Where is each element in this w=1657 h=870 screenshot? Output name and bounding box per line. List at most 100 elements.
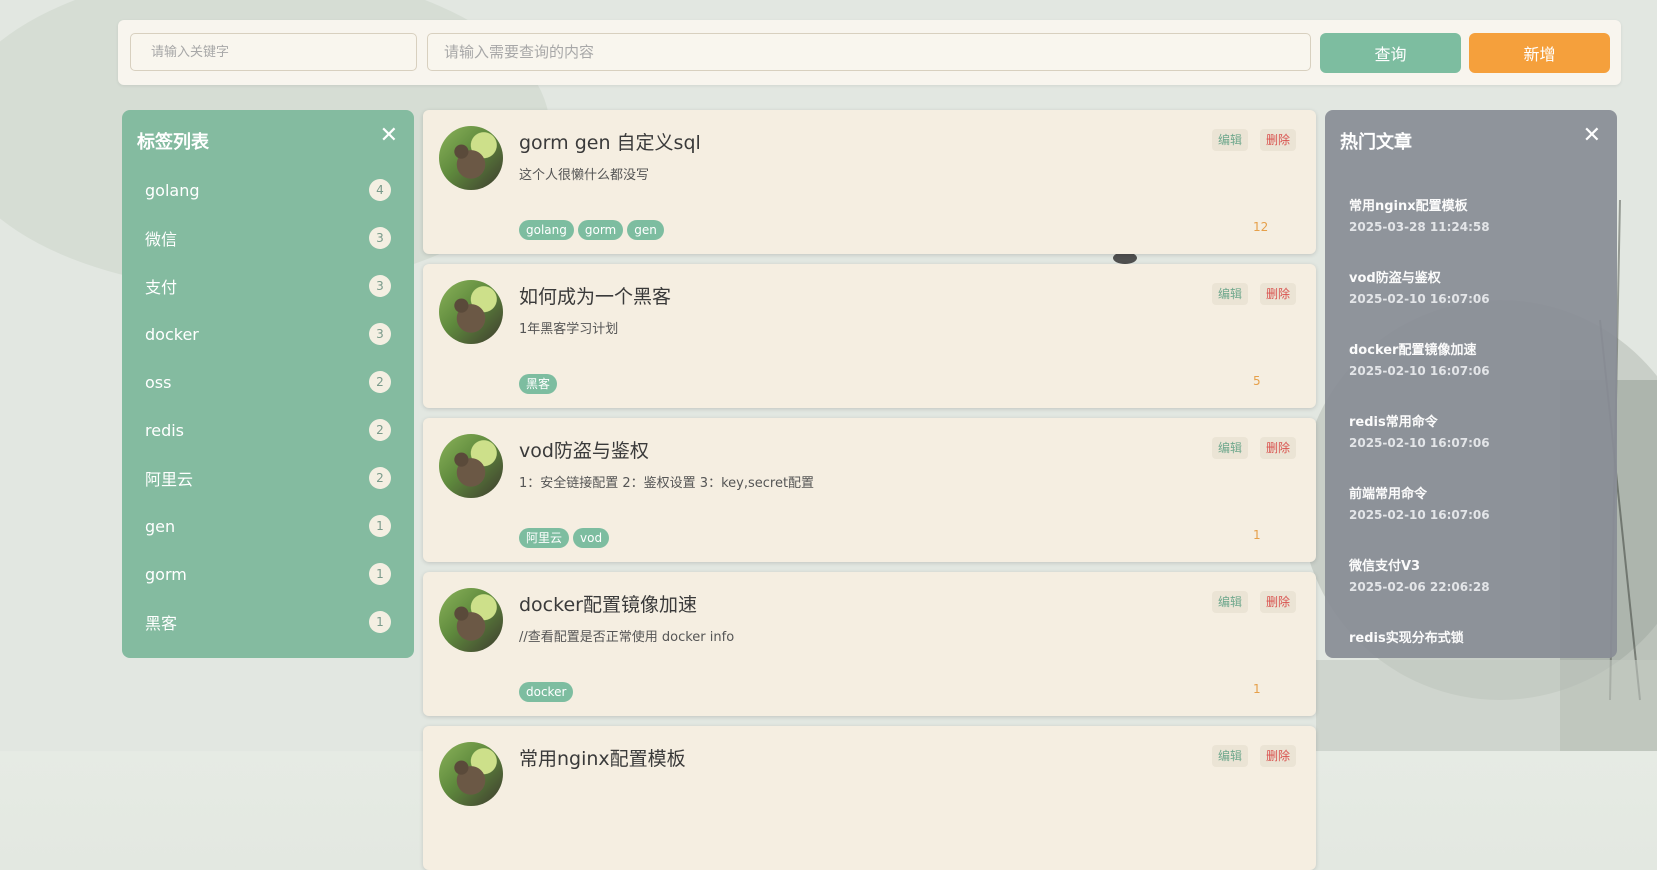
article-card[interactable]: vod防盗与鉴权 1：安全链接配置 2：鉴权设置 3：key,secret配置 … [423, 418, 1316, 562]
tag-item[interactable]: oss 2 [145, 364, 391, 400]
tag-pill[interactable]: vod [573, 528, 610, 548]
avatar [439, 280, 503, 344]
tag-pill[interactable]: gen [627, 220, 664, 240]
delete-button[interactable]: 删除 [1260, 745, 1297, 767]
hot-article-item[interactable]: vod防盗与鉴权 2025-02-10 16:07:06 [1349, 267, 1599, 306]
tag-name: 黑客 [145, 614, 178, 633]
add-button[interactable]: 新增 [1469, 33, 1610, 73]
tag-count-badge: 3 [369, 227, 391, 249]
edit-button[interactable]: 编辑 [1212, 745, 1249, 767]
tag-name: gorm [145, 564, 187, 584]
hot-panel-title: 热门文章 [1340, 132, 1412, 153]
close-icon[interactable]: ✕ [380, 124, 398, 148]
tag-pill[interactable]: 阿里云 [519, 528, 570, 548]
hot-article-item[interactable]: 前端常用命令 2025-02-10 16:07:06 [1349, 483, 1599, 522]
article-tags: 阿里云 vod [519, 528, 610, 548]
article-tags: docker [519, 682, 574, 702]
hot-article-date: 2025-02-10 16:07:06 [1349, 364, 1490, 378]
hot-article-title: docker配置镜像加速 [1349, 343, 1477, 358]
article-card[interactable]: docker配置镜像加速 //查看配置是否正常使用 docker info do… [423, 572, 1316, 716]
article-tags: golang gorm gen [519, 220, 664, 240]
tag-count-badge: 1 [369, 515, 391, 537]
tag-pill[interactable]: docker [519, 682, 574, 702]
hot-article-title: 前端常用命令 [1349, 487, 1428, 502]
close-icon[interactable]: ✕ [1583, 124, 1601, 148]
tag-count-badge: 4 [369, 179, 391, 201]
search-bar: 查询 新增 [118, 20, 1621, 85]
edit-button[interactable]: 编辑 [1212, 129, 1249, 151]
delete-button[interactable]: 删除 [1260, 591, 1297, 613]
article-desc: //查看配置是否正常使用 docker info [519, 630, 735, 645]
avatar [439, 742, 503, 806]
tag-item[interactable]: gorm 1 [145, 556, 391, 592]
edit-button[interactable]: 编辑 [1212, 283, 1249, 305]
tag-item[interactable]: docker 3 [145, 316, 391, 352]
article-title[interactable]: vod防盗与鉴权 [519, 436, 649, 463]
tag-count-badge: 3 [369, 275, 391, 297]
avatar [439, 126, 503, 190]
hot-article-date: 2025-02-10 16:07:06 [1349, 292, 1490, 306]
article-tags: 黑客 [519, 374, 558, 394]
article-card[interactable]: gorm gen 自定义sql 这个人很懒什么都没写 golang gorm g… [423, 110, 1316, 254]
tag-name: redis [145, 420, 185, 440]
tag-pill[interactable]: gorm [577, 220, 624, 240]
tags-panel-title: 标签列表 [137, 132, 209, 153]
hot-article-date: 2025-03-28 11:24:58 [1349, 220, 1490, 234]
delete-button[interactable]: 删除 [1260, 437, 1297, 459]
tag-count-badge: 3 [369, 323, 391, 345]
tag-item[interactable]: gen 1 [145, 508, 391, 544]
hot-article-title: vod防盗与鉴权 [1349, 271, 1441, 286]
tag-count-badge: 1 [369, 611, 391, 633]
query-input[interactable] [427, 33, 1311, 71]
keyword-input[interactable] [130, 33, 417, 71]
article-title[interactable]: 常用nginx配置模板 [519, 744, 686, 771]
tags-panel: 标签列表 ✕ golang 4 微信 3 支付 3 docker 3 oss 2 redi… [122, 110, 414, 658]
tag-pill[interactable]: 黑客 [519, 374, 558, 394]
delete-button[interactable]: 删除 [1260, 283, 1297, 305]
tag-name: gen [145, 516, 176, 536]
view-count: 12 [1253, 220, 1269, 234]
hot-article-item[interactable]: redis实现分布式锁 [1349, 627, 1599, 646]
delete-button[interactable]: 删除 [1260, 129, 1297, 151]
tag-count-badge: 2 [369, 467, 391, 489]
tag-pill[interactable]: golang [519, 220, 574, 240]
hot-article-title: redis常用命令 [1349, 415, 1438, 430]
tag-name: 支付 [145, 278, 178, 297]
tag-count-badge: 2 [369, 371, 391, 393]
tag-item[interactable]: golang 4 [145, 172, 391, 208]
edit-button[interactable]: 编辑 [1212, 437, 1249, 459]
hot-article-item[interactable]: docker配置镜像加速 2025-02-10 16:07:06 [1349, 339, 1599, 378]
hot-article-date: 2025-02-10 16:07:06 [1349, 508, 1490, 522]
tag-name: 阿里云 [145, 470, 194, 489]
hot-article-title: 常用nginx配置模板 [1349, 199, 1468, 214]
tag-count-badge: 1 [369, 563, 391, 585]
tag-count-badge: 2 [369, 419, 391, 441]
hot-article-date: 2025-02-10 16:07:06 [1349, 436, 1490, 450]
avatar [439, 588, 503, 652]
hot-articles-panel: 热门文章 ✕ 常用nginx配置模板 2025-03-28 11:24:58 vo… [1325, 110, 1617, 658]
article-desc: 1年黑客学习计划 [519, 322, 619, 337]
hot-article-title: redis实现分布式锁 [1349, 631, 1464, 646]
hot-article-item[interactable]: 常用nginx配置模板 2025-03-28 11:24:58 [1349, 195, 1599, 234]
article-title[interactable]: gorm gen 自定义sql [519, 128, 701, 155]
article-card[interactable]: 如何成为一个黑客 1年黑客学习计划 黑客 编辑 删除 5 [423, 264, 1316, 408]
hot-article-item[interactable]: redis常用命令 2025-02-10 16:07:06 [1349, 411, 1599, 450]
tag-item[interactable]: 黑客 1 [145, 604, 391, 640]
search-button[interactable]: 查询 [1320, 33, 1461, 73]
view-count: 5 [1253, 374, 1261, 388]
tag-item[interactable]: 支付 3 [145, 268, 391, 304]
tag-item[interactable]: 微信 3 [145, 220, 391, 256]
article-title[interactable]: 如何成为一个黑客 [519, 282, 671, 309]
edit-button[interactable]: 编辑 [1212, 591, 1249, 613]
tag-name: docker [145, 324, 199, 344]
hot-article-title: 微信支付V3 [1349, 559, 1421, 574]
article-card[interactable]: 常用nginx配置模板 编辑 删除 [423, 726, 1316, 870]
tag-item[interactable]: 阿里云 2 [145, 460, 391, 496]
view-count: 1 [1253, 682, 1261, 696]
hot-article-item[interactable]: 微信支付V3 2025-02-06 22:06:28 [1349, 555, 1599, 594]
article-desc: 这个人很懒什么都没写 [519, 168, 650, 183]
tag-name: golang [145, 180, 200, 200]
tag-item[interactable]: redis 2 [145, 412, 391, 448]
article-title[interactable]: docker配置镜像加速 [519, 590, 697, 617]
view-count: 1 [1253, 528, 1261, 542]
